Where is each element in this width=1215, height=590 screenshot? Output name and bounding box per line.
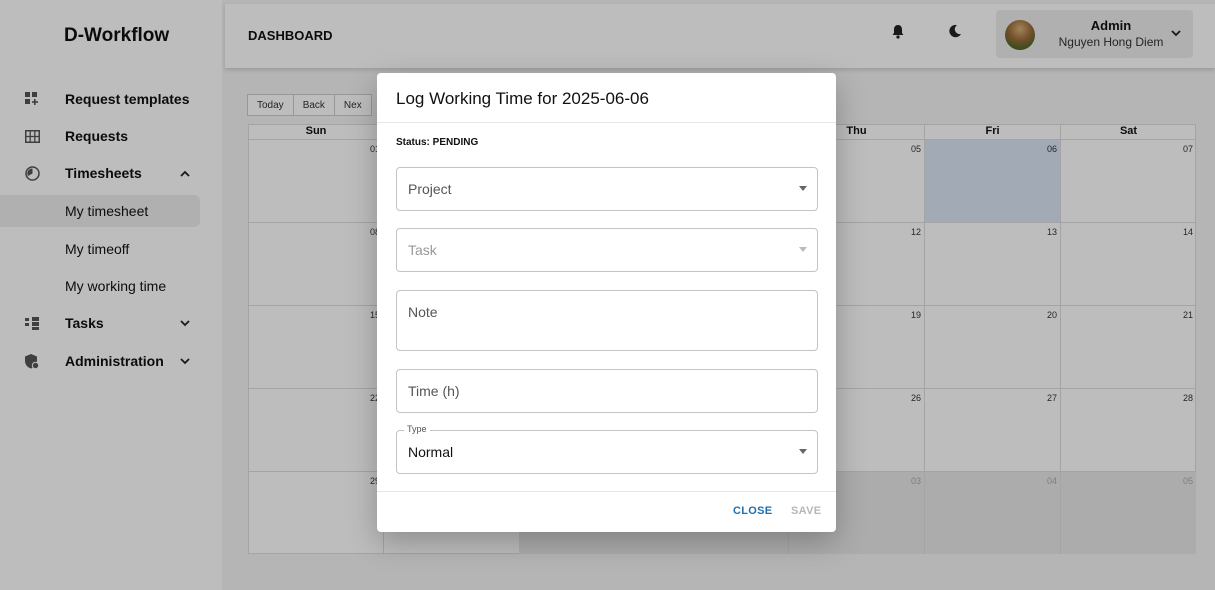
project-placeholder: Project <box>408 181 452 197</box>
time-placeholder: Time (h) <box>408 383 460 399</box>
type-value: Normal <box>408 444 454 460</box>
dialog-title: Log Working Time for 2025-06-06 <box>396 89 649 108</box>
dialog-divider <box>377 122 836 123</box>
save-button[interactable]: SAVE <box>791 505 821 517</box>
note-textarea[interactable]: Note <box>396 290 818 351</box>
dialog-divider <box>377 491 836 492</box>
note-placeholder: Note <box>408 304 438 320</box>
status-text: Status: PENDING <box>396 137 479 148</box>
task-select[interactable]: Task <box>396 228 818 272</box>
time-hours-input[interactable]: Time (h) <box>396 369 818 413</box>
type-select[interactable]: Type Normal <box>396 424 818 474</box>
close-button[interactable]: CLOSE <box>733 505 772 517</box>
type-label: Type <box>404 424 430 434</box>
log-working-time-dialog: Log Working Time for 2025-06-06 Status: … <box>377 73 836 532</box>
dropdown-arrow-icon <box>799 186 807 191</box>
dropdown-arrow-icon <box>799 449 807 454</box>
task-placeholder: Task <box>408 242 437 258</box>
dropdown-arrow-icon <box>799 247 807 252</box>
project-select[interactable]: Project <box>396 167 818 211</box>
